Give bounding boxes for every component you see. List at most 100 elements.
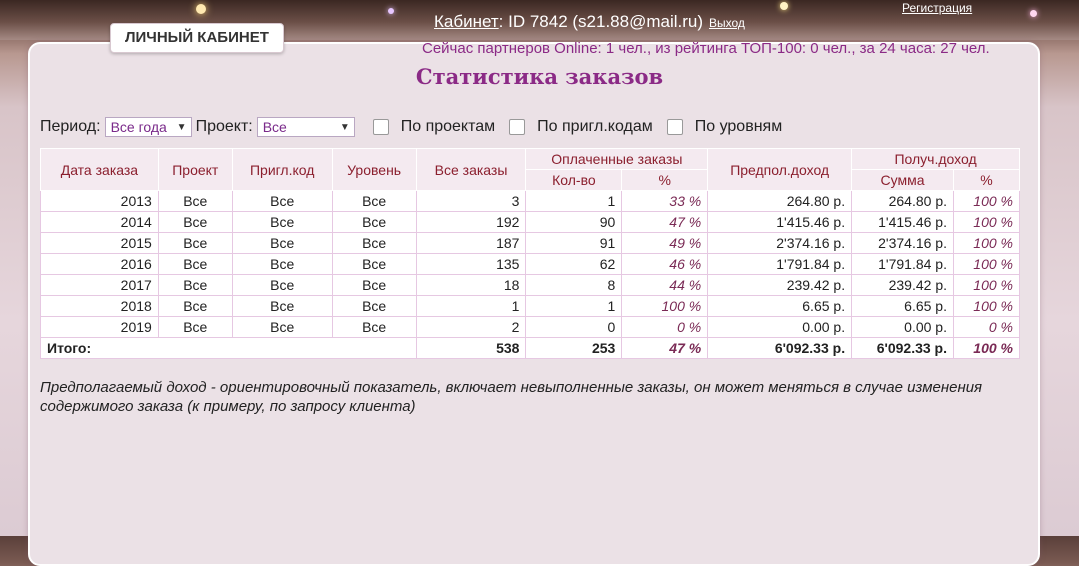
cell-level: Все [331, 295, 417, 317]
filter-bar: Период: Все года ▼ Проект: Все ▼ По прое… [40, 114, 782, 140]
cell-received-pct: 100 % [953, 274, 1020, 296]
cell-paid-pct: 33 % [621, 190, 709, 212]
cell-received-pct: 100 % [953, 295, 1020, 317]
decor-light-icon [196, 4, 206, 14]
col-header-expected-income: Предпол.доход [707, 148, 853, 191]
cell-level: Все [331, 190, 417, 212]
cell-paid-pct: 44 % [621, 274, 709, 296]
col-header-paid-count: Кол-во [525, 169, 623, 191]
total-paid-count: 253 [525, 337, 623, 359]
by-levels-checkbox[interactable] [666, 119, 683, 135]
cell-invite-code: Все [231, 190, 333, 212]
table-row: 2016 Все Все Все 135 62 46 % 1'791.84 р. 1'791.8… [40, 253, 1020, 275]
cell-project: Все [157, 316, 233, 338]
cell-year: 2018 [40, 295, 159, 317]
page-title: Статистика заказов [415, 64, 664, 89]
cell-received-pct: 0 % [953, 316, 1020, 338]
cell-expected-income: 0.00 р. [707, 316, 853, 338]
decor-light-icon [1030, 10, 1037, 17]
by-invite-codes-label: По пригл.кодам [537, 118, 653, 135]
cell-received-sum: 264.80 р. [851, 190, 954, 212]
by-projects-checkbox[interactable] [372, 119, 389, 135]
personal-cabinet-tab: ЛИЧНЫЙ КАБИНЕТ [110, 23, 284, 53]
cell-level: Все [331, 316, 417, 338]
col-header-paid-pct: % [621, 169, 709, 191]
project-select[interactable]: Все ▼ [256, 117, 355, 137]
cell-expected-income: 264.80 р. [707, 190, 853, 212]
period-select-value: Все года [110, 119, 167, 135]
cell-paid-pct: 100 % [621, 295, 709, 317]
cell-paid-count: 0 [525, 316, 623, 338]
income-note: Предполагаемый доход - ориентировочный п… [40, 379, 983, 415]
logout-link[interactable]: Выход [709, 16, 745, 30]
cell-received-pct: 100 % [953, 253, 1020, 275]
cell-paid-pct: 0 % [621, 316, 709, 338]
col-header-paid-orders: Оплаченные заказы [525, 148, 709, 170]
cell-expected-income: 1'415.46 р. [707, 211, 853, 233]
chevron-down-icon: ▼ [176, 121, 187, 133]
cell-year: 2015 [40, 232, 159, 254]
period-select[interactable]: Все года ▼ [104, 117, 192, 137]
cell-paid-count: 62 [525, 253, 623, 275]
cell-all-orders: 187 [415, 232, 527, 254]
cabinet-info: Кабинет: ID 7842 (s21.88@mail.ru) Выход [434, 12, 745, 32]
cell-paid-count: 1 [525, 190, 623, 212]
total-expected-income: 6'092.33 р. [707, 337, 853, 359]
cell-all-orders: 18 [415, 274, 527, 296]
cell-all-orders: 1 [415, 295, 527, 317]
total-label: Итого: [40, 337, 417, 359]
cell-received-pct: 100 % [953, 211, 1020, 233]
cell-year: 2014 [40, 211, 159, 233]
cell-received-pct: 100 % [953, 232, 1020, 254]
table-total-row: Итого: 538 253 47 % 6'092.33 р. 6'092.33… [40, 337, 1020, 359]
online-status: Сейчас партнеров Online: 1 чел., из рейт… [422, 40, 990, 57]
cell-level: Все [331, 232, 417, 254]
total-all-orders: 538 [415, 337, 527, 359]
cell-expected-income: 2'374.16 р. [707, 232, 853, 254]
table-row: 2014 Все Все Все 192 90 47 % 1'415.46 р. 1'415.4… [40, 211, 1020, 233]
table-header-row: Дата заказа Проект Пригл.код Уровень Все… [40, 148, 1020, 191]
by-invite-codes-checkbox[interactable] [509, 119, 526, 135]
cabinet-link[interactable]: Кабинет [434, 12, 499, 31]
cell-received-sum: 239.42 р. [851, 274, 954, 296]
cell-received-pct: 100 % [953, 190, 1020, 212]
cell-expected-income: 6.65 р. [707, 295, 853, 317]
cell-level: Все [331, 253, 417, 275]
col-header-level: Уровень [331, 148, 417, 191]
orders-stats-table: Дата заказа Проект Пригл.код Уровень Все… [40, 148, 1020, 359]
cell-project: Все [157, 211, 233, 233]
table-row: 2018 Все Все Все 1 1 100 % 6.65 р. 6.65 р. 100 % [40, 295, 1020, 317]
chevron-down-icon: ▼ [339, 121, 350, 133]
cell-paid-count: 8 [525, 274, 623, 296]
cell-project: Все [157, 232, 233, 254]
project-label: Проект: [195, 118, 253, 135]
table-row: 2017 Все Все Все 18 8 44 % 239.42 р. 239.42 р. 10… [40, 274, 1020, 296]
cell-all-orders: 192 [415, 211, 527, 233]
period-label: Период: [40, 118, 101, 135]
cell-project: Все [157, 253, 233, 275]
cell-project: Все [157, 190, 233, 212]
cell-invite-code: Все [231, 316, 333, 338]
cell-level: Все [331, 274, 417, 296]
cell-expected-income: 1'791.84 р. [707, 253, 853, 275]
cell-invite-code: Все [231, 295, 333, 317]
cell-paid-count: 91 [525, 232, 623, 254]
cell-expected-income: 239.42 р. [707, 274, 853, 296]
table-row: 2019 Все Все Все 2 0 0 % 0.00 р. 0.00 р. 0 % [40, 316, 1020, 338]
cell-invite-code: Все [231, 253, 333, 275]
cell-year: 2013 [40, 190, 159, 212]
cell-all-orders: 3 [415, 190, 527, 212]
cell-received-sum: 6.65 р. [851, 295, 954, 317]
cell-invite-code: Все [231, 274, 333, 296]
cell-invite-code: Все [231, 211, 333, 233]
register-link[interactable]: Регистрация [902, 1, 972, 15]
cell-invite-code: Все [231, 232, 333, 254]
col-header-all-orders: Все заказы [415, 148, 527, 191]
col-header-invite-code: Пригл.код [231, 148, 333, 191]
col-header-date: Дата заказа [40, 148, 159, 191]
decor-light-icon [780, 2, 788, 10]
cell-received-sum: 0.00 р. [851, 316, 954, 338]
cell-year: 2016 [40, 253, 159, 275]
total-received-sum: 6'092.33 р. [851, 337, 954, 359]
cell-year: 2019 [40, 316, 159, 338]
